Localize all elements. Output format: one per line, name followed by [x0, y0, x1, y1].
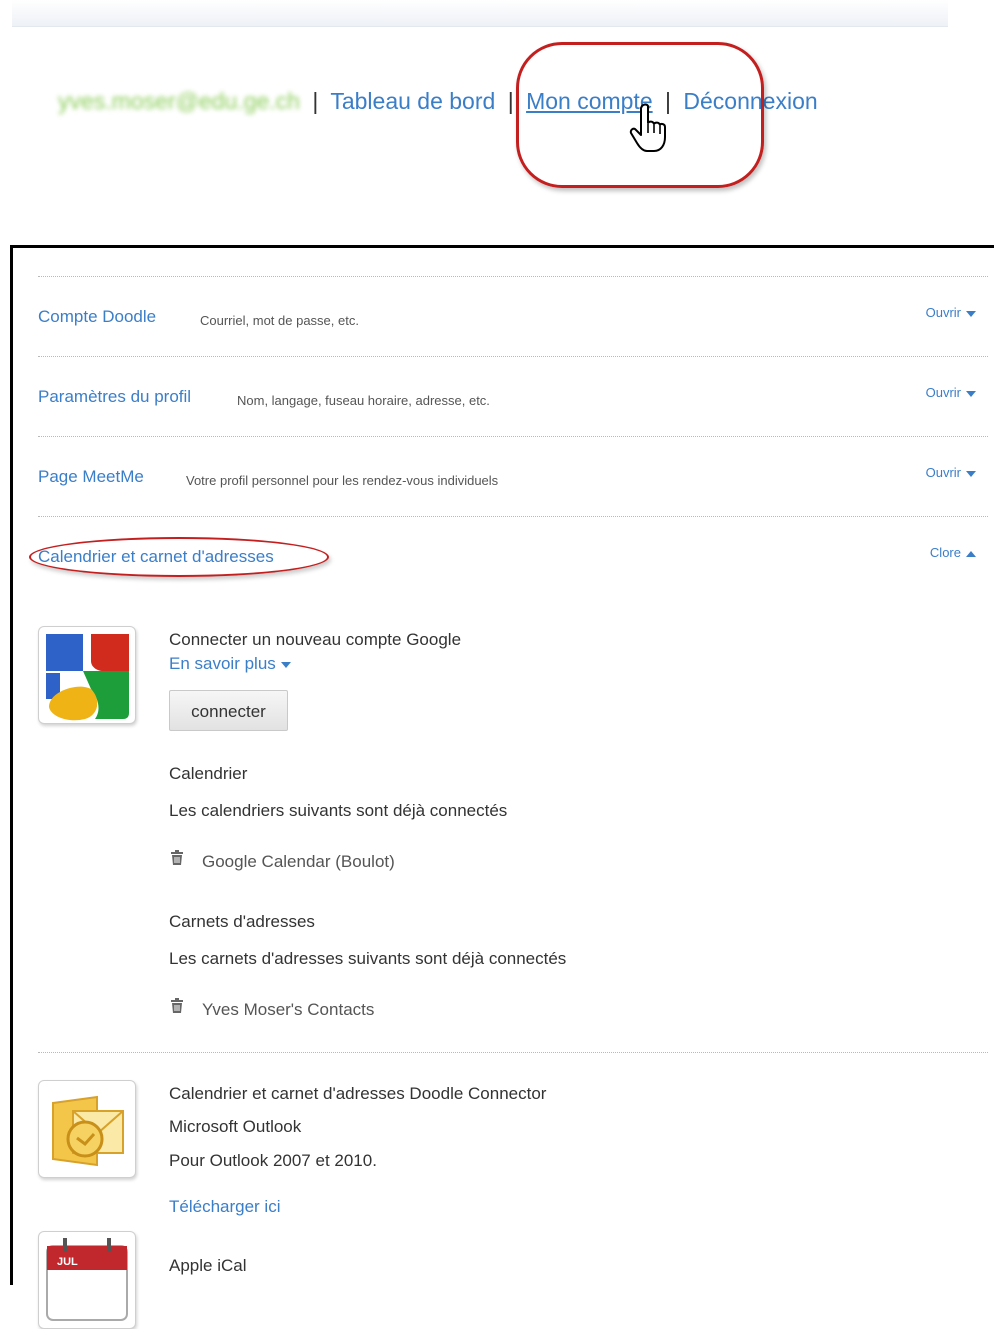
outlook-versions: Pour Outlook 2007 et 2010. [169, 1151, 377, 1170]
caret-down-icon [966, 390, 976, 397]
addressbook-item: Yves Moser's Contacts [202, 1000, 375, 1019]
trash-icon[interactable] [170, 850, 184, 866]
section-description: Votre profil personnel pour les rendez-v… [186, 473, 499, 488]
header-bar [12, 0, 948, 27]
google-logo [46, 634, 129, 721]
ical-logo: JUL [46, 1238, 128, 1321]
ical-title: Apple iCal [169, 1256, 247, 1275]
nav-separator: | [312, 88, 319, 114]
toggle-label: Ouvrir [925, 385, 961, 400]
toggle-label: Clore [929, 545, 961, 560]
annotation-highlight-calendar [29, 537, 329, 577]
toggle-label: Ouvrir [925, 305, 961, 320]
ical-month-label: JUL [57, 1256, 78, 1268]
caret-down-icon [966, 310, 976, 317]
section-doodle-account: Compte Doodle Courriel, mot de passe, et… [38, 276, 988, 357]
section-divider [38, 1052, 988, 1053]
section-title-profile-settings[interactable]: Paramètres du profil [38, 387, 191, 407]
addressbook-intro: Les carnets d'adresses suivants sont déj… [169, 949, 567, 968]
ical-icon: JUL [38, 1231, 136, 1329]
calendar-intro: Les calendriers suivants sont déjà conne… [169, 801, 508, 820]
calendar-item: Google Calendar (Boulot) [202, 852, 395, 871]
section-meetme: Page MeetMe Votre profil personnel pour … [38, 436, 988, 517]
outlook-logo [52, 1095, 124, 1167]
section-description: Nom, langage, fuseau horaire, adresse, e… [237, 393, 490, 408]
download-link[interactable]: Télécharger ici [169, 1197, 281, 1217]
google-connect-title: Connecter un nouveau compte Google [169, 630, 462, 649]
open-toggle-meetme[interactable]: Ouvrir [926, 465, 976, 480]
caret-down-icon [966, 470, 976, 477]
caret-down-icon [280, 661, 291, 668]
outlook-title: Calendrier et carnet d'adresses Doodle C… [169, 1084, 547, 1103]
open-toggle-profile-settings[interactable]: Ouvrir [926, 385, 976, 400]
open-toggle-doodle-account[interactable]: Ouvrir [926, 305, 976, 320]
outlook-icon [38, 1080, 136, 1178]
addressbook-heading: Carnets d'adresses [169, 912, 315, 931]
connect-button[interactable]: connecter [169, 690, 288, 731]
dashboard-link[interactable]: Tableau de bord [330, 88, 495, 114]
trash-icon[interactable] [170, 998, 184, 1014]
toggle-label: Ouvrir [925, 465, 961, 480]
section-title-meetme[interactable]: Page MeetMe [38, 467, 144, 487]
learn-more-label: En savoir plus [169, 654, 276, 673]
calendar-heading: Calendrier [169, 764, 248, 783]
close-toggle-calendar-addressbook[interactable]: Clore [930, 545, 976, 560]
user-email: yves.moser@edu.ge.ch [58, 88, 300, 114]
hand-pointer-icon [629, 103, 666, 152]
section-description: Courriel, mot de passe, etc. [200, 313, 359, 328]
learn-more-link[interactable]: En savoir plus [169, 654, 291, 674]
section-profile-settings: Paramètres du profil Nom, langage, fusea… [38, 356, 988, 437]
outlook-product: Microsoft Outlook [169, 1117, 302, 1136]
section-title-doodle-account[interactable]: Compte Doodle [38, 307, 156, 327]
caret-up-icon [966, 550, 976, 557]
google-icon [38, 626, 136, 724]
